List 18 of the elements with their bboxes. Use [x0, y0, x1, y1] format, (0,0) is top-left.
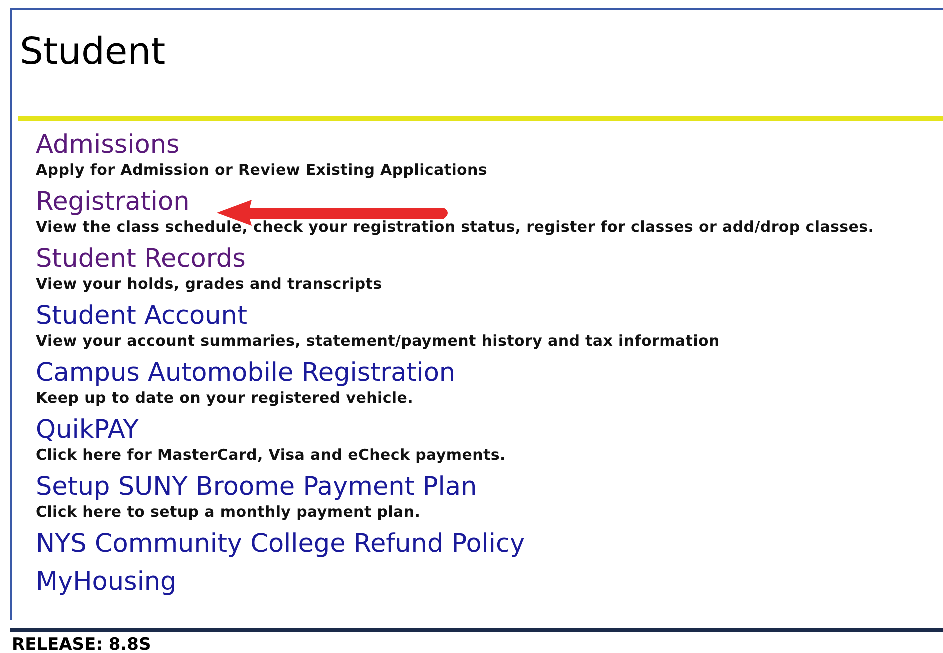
link-description: View your holds, grades and transcripts	[36, 274, 384, 294]
menu-link[interactable]: Registration	[36, 187, 190, 217]
link-description: Apply for Admission or Review Existing Applications	[36, 160, 489, 180]
menu-link[interactable]: MyHousing	[36, 567, 177, 597]
menu-link[interactable]: Admissions	[36, 130, 180, 160]
link-description: View the class schedule, check your registration status, register for classes or add/drop classes.	[36, 217, 876, 237]
menu-link[interactable]: Campus Automobile Registration	[36, 358, 456, 388]
menu-link[interactable]: Student Records	[36, 244, 246, 274]
menu-link[interactable]: NYS Community College Refund Policy	[36, 529, 526, 559]
menu-link[interactable]: QuikPAY	[36, 415, 139, 445]
link-description: Click here to setup a monthly payment plan.	[36, 502, 422, 522]
page-title: Student	[19, 29, 167, 75]
link-description: Keep up to date on your registered vehicle.	[36, 388, 415, 408]
release-label: RELEASE: 8.8S	[12, 635, 152, 653]
link-description: View your account summaries, statement/payment history and tax information	[36, 331, 721, 351]
link-description: Click here for MasterCard, Visa and eCheck payments.	[36, 445, 507, 465]
menu-link[interactable]: Student Account	[36, 301, 248, 331]
menu-link[interactable]: Setup SUNY Broome Payment Plan	[36, 472, 478, 502]
